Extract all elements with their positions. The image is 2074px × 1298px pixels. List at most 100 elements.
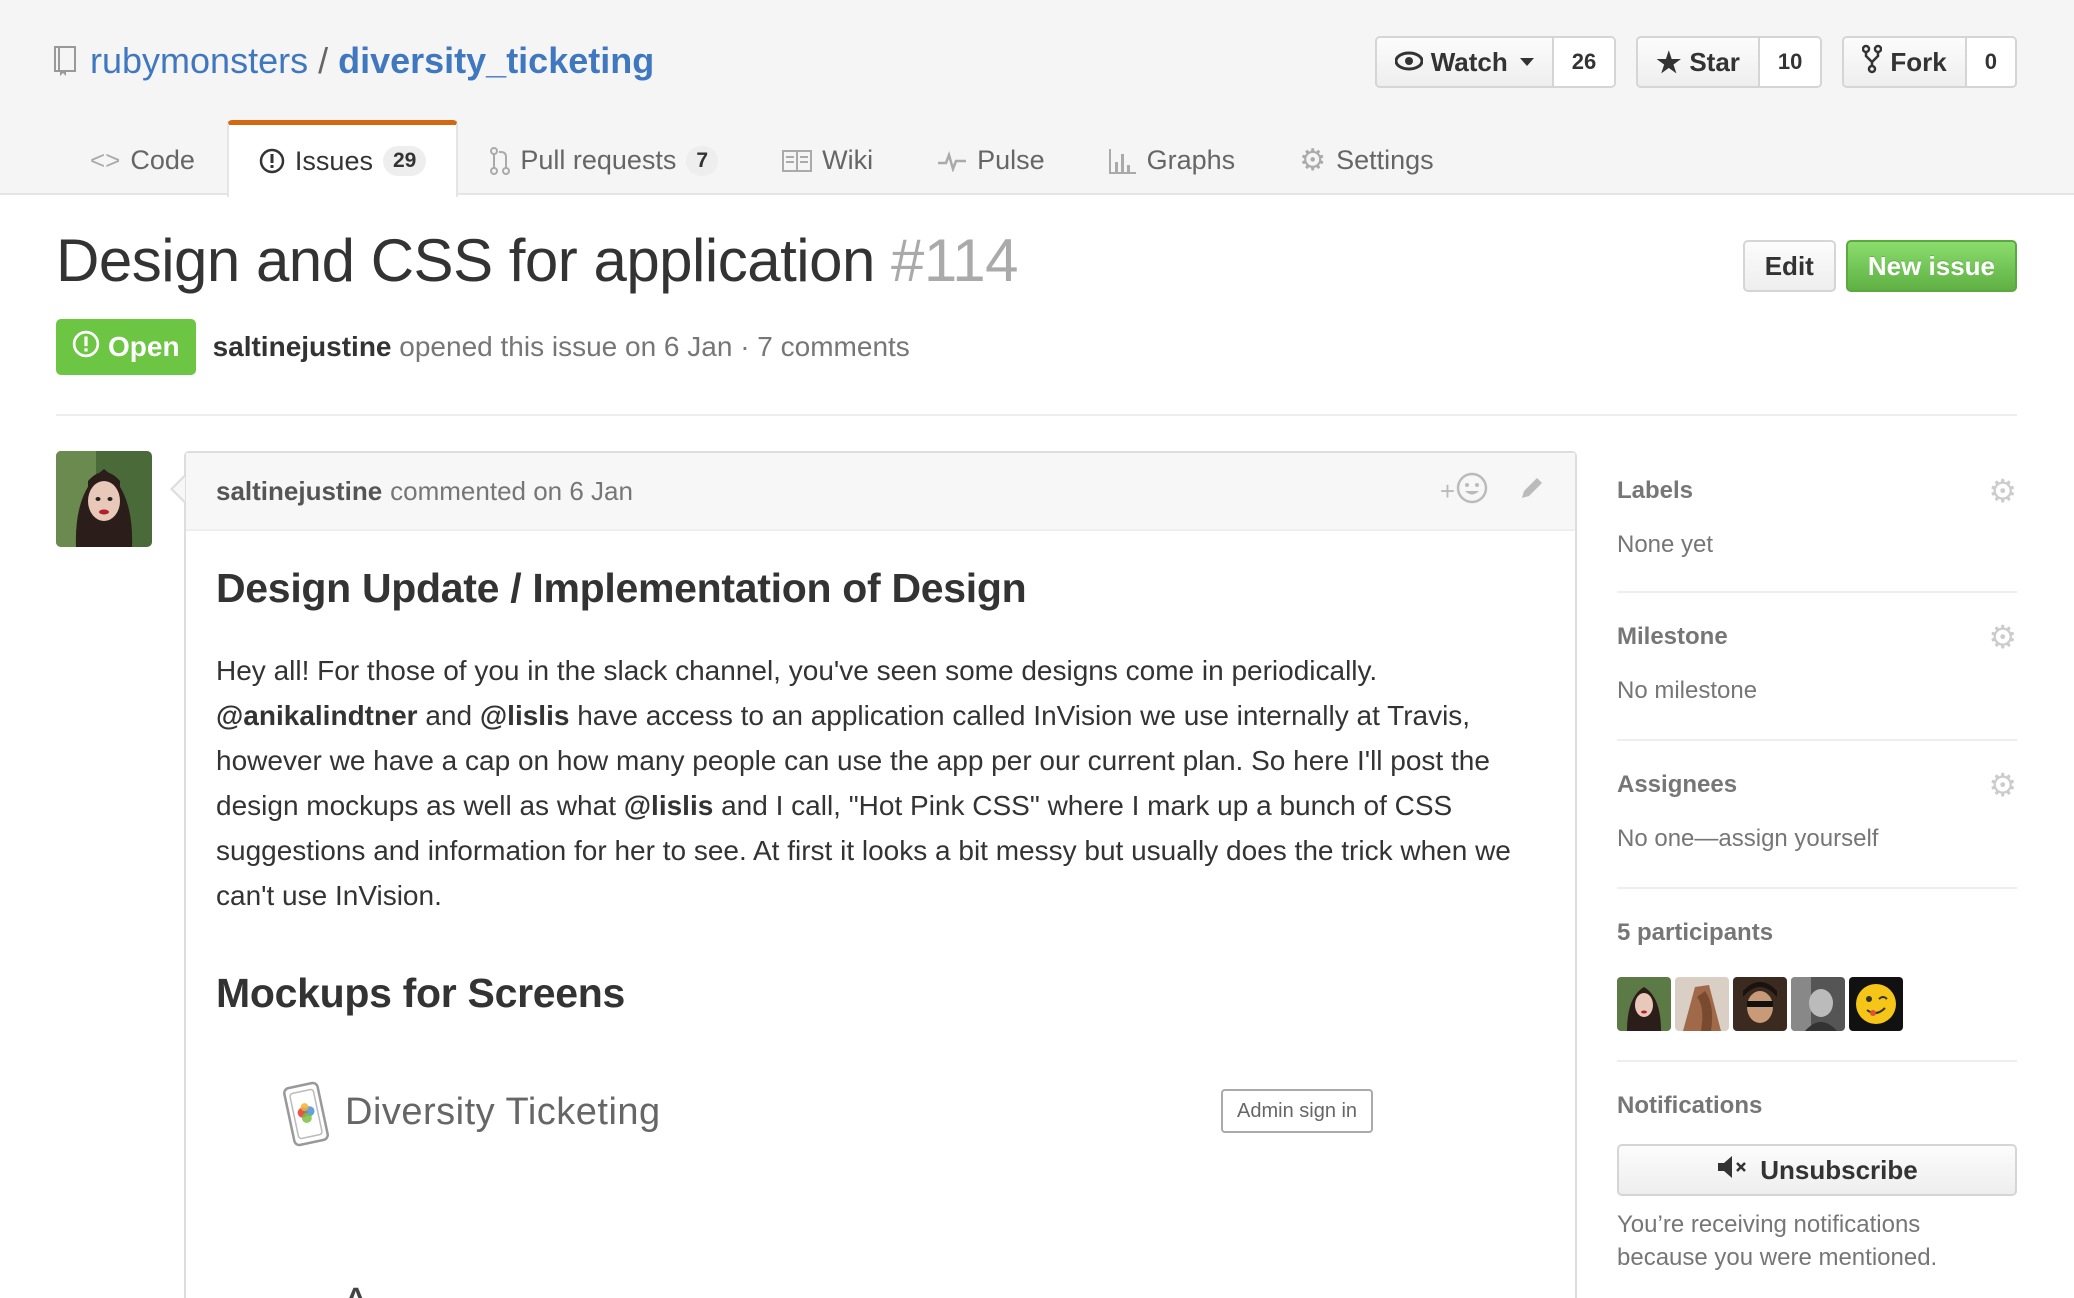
tab-code-label: Code [130,145,195,175]
participants-avatars [1617,977,2017,1031]
pulls-counter: 7 [686,145,719,176]
participant-avatar[interactable] [1849,977,1903,1031]
star-icon: ★ [1656,46,1682,78]
sidebar-notifications-title: Notifications [1617,1092,1763,1119]
repo-nav: <> Code Issues 29 Pull requests 7 Wiki P… [58,120,1466,197]
state-label: Open [108,331,180,362]
fork-icon [1862,44,1883,81]
tab-settings-label: Settings [1336,145,1434,175]
paragraph-text-1: Hey all! For those of you in the slack c… [216,655,1378,686]
mockup-brand: Diversity Ticketing [345,1091,661,1133]
issue-sidebar: Labels ⚙ None yet Milestone ⚙ No milesto… [1617,451,2017,1274]
issue-title-actions: Edit New issue [1742,240,2017,292]
sidebar-milestone: Milestone ⚙ No milestone [1617,593,2017,741]
book-icon [782,149,813,172]
participant-avatar[interactable] [1733,977,1787,1031]
notification-reason: You’re receiving notifications because y… [1617,1211,1938,1271]
sidebar-labels: Labels ⚙ None yet [1617,451,2017,593]
graph-icon [1108,148,1137,174]
tab-settings[interactable]: ⚙ Settings [1267,122,1465,197]
repo-name-link[interactable]: diversity_ticketing [338,40,654,82]
watch-count[interactable]: 26 [1553,38,1615,86]
issue-opened-icon [259,148,285,174]
gear-icon[interactable]: ⚙ [1988,769,2017,801]
ticket-logo-icon [281,1079,331,1149]
tab-pulse-label: Pulse [977,145,1045,175]
tab-pull-requests-label: Pull requests [520,145,677,175]
edit-button[interactable]: Edit [1742,240,1836,292]
repo-icon [54,46,76,76]
fork-button[interactable]: Fork [1844,38,1967,86]
chevron-down-icon [1519,58,1534,66]
mention-lislis-2[interactable]: @lislis [624,790,714,821]
tab-pull-requests[interactable]: Pull requests 7 [458,122,750,197]
star-button[interactable]: ★ Star [1638,38,1760,86]
issue-opened-icon [72,330,100,365]
participant-avatar[interactable] [1675,977,1729,1031]
gear-icon[interactable]: ⚙ [1988,475,2017,507]
tab-pulse[interactable]: Pulse [905,122,1077,197]
comment-heading-design-update: Design Update / Implementation of Design [216,565,1027,611]
watch-group: Watch 26 [1374,36,1617,88]
comment-paragraph: Hey all! For those of you in the slack c… [216,648,1545,918]
pulse-icon [937,150,967,172]
repo-separator: / [318,40,329,81]
sidebar-participants: 5 participants [1617,889,2017,1062]
comment-header: saltinejustine commented on 6 Jan + [186,453,1575,531]
fork-group: Fork 0 [1842,36,2017,88]
participant-avatar[interactable] [1791,977,1845,1031]
new-issue-button[interactable]: New issue [1845,240,2017,292]
tab-wiki[interactable]: Wiki [750,122,905,197]
mute-icon [1716,1154,1750,1187]
issues-counter: 29 [382,146,427,176]
sidebar-notifications: Notifications Unsubscribe You’re receivi… [1617,1062,2017,1274]
mention-lislis[interactable]: @lislis [480,700,570,731]
pencil-icon[interactable] [1519,475,1545,508]
participant-avatar[interactable] [1617,977,1671,1031]
avatar[interactable] [56,451,152,547]
sidebar-milestone-value: No milestone [1617,677,1758,704]
watch-button[interactable]: Watch [1376,38,1554,86]
gear-icon: ⚙ [1299,144,1327,177]
mockup-cutoff-text: A [341,1279,376,1298]
tab-issues[interactable]: Issues 29 [226,120,459,197]
paragraph-text-2: and [417,700,480,731]
comment-actions: + [1440,471,1545,512]
header-divider [56,414,2017,416]
mockup-image[interactable]: Diversity Ticketing Admin sign in A [281,1079,1511,1298]
sidebar-labels-value: None yet [1617,531,1714,558]
comment-heading-mockups: Mockups for Screens [216,970,625,1016]
issue-title: Design and CSS for application #114 [56,226,1019,295]
code-icon: <> [90,145,121,175]
unsubscribe-label: Unsubscribe [1760,1154,1918,1185]
star-count[interactable]: 10 [1759,38,1821,86]
fork-count[interactable]: 0 [1966,38,2015,86]
pagehead-actions: Watch 26 ★ Star 10 Fork 0 [1374,36,2017,88]
comment-author-link[interactable]: saltinejustine [216,476,382,507]
issue-number: #114 [891,227,1019,294]
sidebar-labels-title: Labels [1617,477,1694,504]
sidebar-assignees-title: Assignees [1617,771,1738,798]
repo-header: rubymonsters / diversity_ticketing Watch… [0,0,2074,197]
comment-body: Design Update / Implementation of Design… [186,531,1575,1051]
tab-graphs[interactable]: Graphs [1077,122,1268,197]
unsubscribe-button[interactable]: Unsubscribe [1617,1144,2017,1196]
comment-timestamp[interactable]: commented on 6 Jan [390,476,633,507]
state-badge: Open [56,319,196,375]
issue-meta-text: saltinejustine opened this issue on 6 Ja… [213,331,910,363]
add-reaction-button[interactable]: + [1440,471,1489,512]
tab-code[interactable]: <> Code [58,122,227,197]
smiley-icon [1455,471,1489,512]
assign-yourself-link[interactable]: No one—assign yourself [1617,825,1878,853]
eye-icon [1394,47,1424,78]
tab-wiki-label: Wiki [822,145,874,175]
tab-issues-label: Issues [294,145,373,176]
gear-icon[interactable]: ⚙ [1988,621,2017,653]
repo-title: rubymonsters / diversity_ticketing [54,36,654,86]
star-label: Star [1689,46,1740,77]
repo-owner-link[interactable]: rubymonsters [90,40,308,82]
tab-graphs-label: Graphs [1146,145,1236,175]
issue-author-link[interactable]: saltinejustine [213,331,392,362]
issue-opened-text: opened this issue on 6 Jan · 7 comments [399,331,910,362]
mention-anikalindtner[interactable]: @anikalindtner [216,700,418,731]
